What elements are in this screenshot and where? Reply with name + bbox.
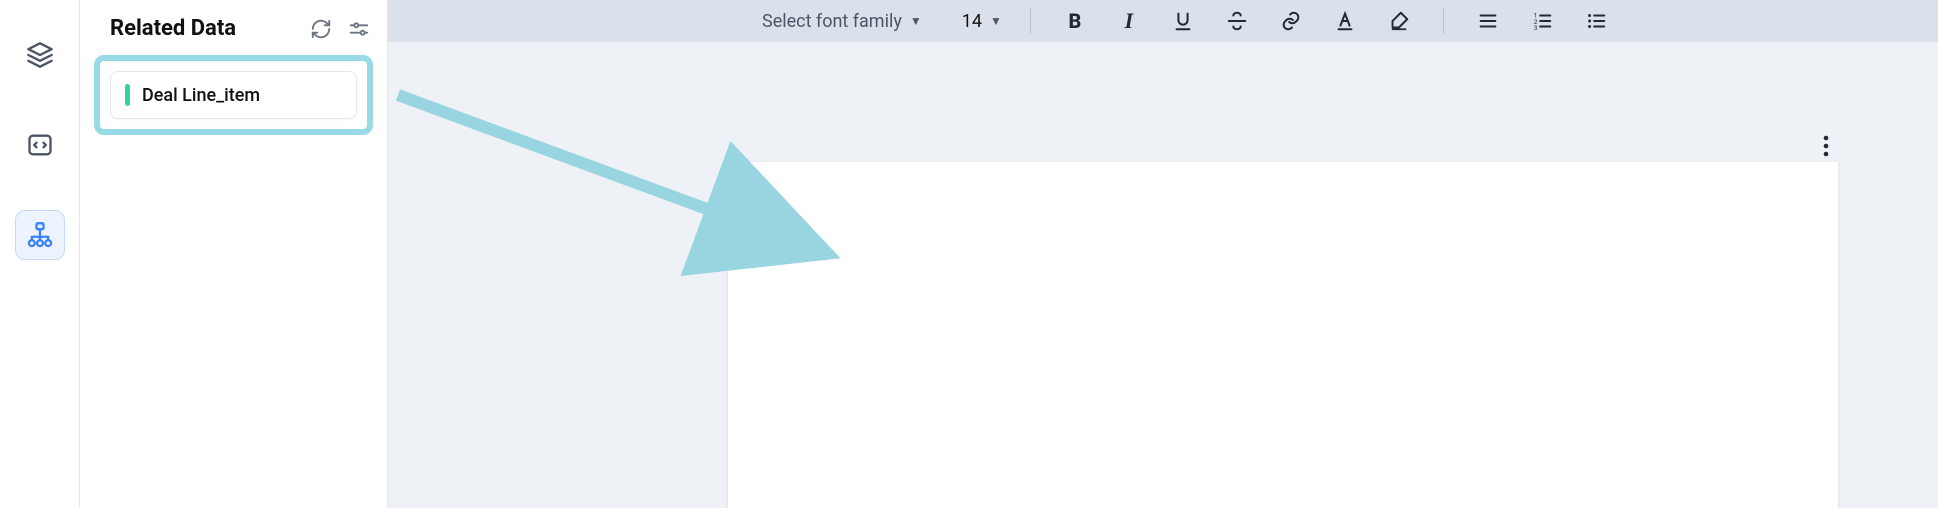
hierarchy-icon <box>26 221 54 249</box>
ordered-list-button[interactable]: 1 2 3 <box>1518 4 1566 38</box>
italic-button[interactable]: I <box>1105 4 1153 38</box>
document-page[interactable] <box>728 162 1838 508</box>
caret-down-icon: ▼ <box>990 14 1002 28</box>
related-data-panel: Related Data <box>80 0 388 508</box>
refresh-button[interactable] <box>309 17 333 41</box>
settings-sliders-button[interactable] <box>347 17 371 41</box>
svg-text:3: 3 <box>1534 24 1538 32</box>
font-family-select[interactable]: Select font family ▼ <box>754 7 930 36</box>
related-card[interactable]: Deal Line_item <box>110 71 357 119</box>
rail-item-layers[interactable] <box>15 30 65 80</box>
text-color-icon <box>1334 10 1356 32</box>
font-size-value: 14 <box>962 11 982 32</box>
more-vertical-icon <box>1823 135 1829 157</box>
sidepanel-header: Related Data <box>90 12 377 55</box>
strikethrough-button[interactable] <box>1213 4 1261 38</box>
sidepanel-title: Related Data <box>110 16 236 41</box>
align-justify-icon <box>1477 10 1499 32</box>
layers-icon <box>26 41 54 69</box>
left-rail <box>0 0 80 508</box>
related-card-highlight: Deal Line_item <box>94 55 373 135</box>
rail-item-hierarchy[interactable] <box>15 210 65 260</box>
toolbar-separator <box>1030 8 1031 34</box>
font-size-select[interactable]: 14 ▼ <box>954 7 1010 36</box>
canvas[interactable] <box>388 42 1938 508</box>
ordered-list-icon: 1 2 3 <box>1531 10 1553 32</box>
font-family-label: Select font family <box>762 11 902 32</box>
sliders-icon <box>348 18 370 40</box>
main-area: Select font family ▼ 14 ▼ B I <box>388 0 1938 508</box>
align-justify-button[interactable] <box>1464 4 1512 38</box>
code-icon <box>26 131 54 159</box>
more-options-button[interactable] <box>1812 132 1840 160</box>
unordered-list-button[interactable] <box>1572 4 1620 38</box>
text-color-button[interactable] <box>1321 4 1369 38</box>
link-button[interactable] <box>1267 4 1315 38</box>
toolbar-separator <box>1443 8 1444 34</box>
underline-button[interactable] <box>1159 4 1207 38</box>
link-icon <box>1280 10 1302 32</box>
highlight-icon <box>1388 10 1410 32</box>
highlight-color-button[interactable] <box>1375 4 1423 38</box>
editor-toolbar: Select font family ▼ 14 ▼ B I <box>388 0 1938 42</box>
strikethrough-icon <box>1226 10 1248 32</box>
underline-icon <box>1172 10 1194 32</box>
sidepanel-actions <box>309 17 371 41</box>
refresh-icon <box>310 18 332 40</box>
rail-item-code[interactable] <box>15 120 65 170</box>
caret-down-icon: ▼ <box>910 14 922 28</box>
unordered-list-icon <box>1585 10 1607 32</box>
related-card-accent <box>125 84 130 106</box>
bold-button[interactable]: B <box>1051 4 1099 38</box>
related-card-label: Deal Line_item <box>142 85 260 106</box>
